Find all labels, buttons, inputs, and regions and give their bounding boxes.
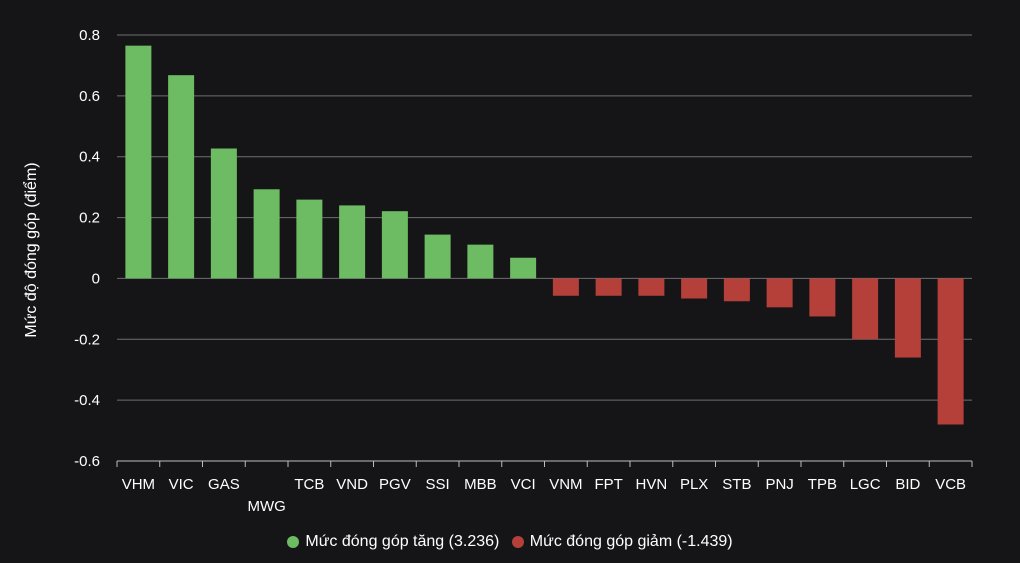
x-tick-label: TCB (294, 476, 324, 493)
x-tick-label: VCB (935, 476, 966, 493)
bars (125, 45, 964, 425)
bar-hvn[interactable] (638, 278, 665, 296)
x-tick-label: GAS (208, 476, 240, 493)
bar-tcb[interactable] (296, 199, 323, 279)
bar-pnj[interactable] (766, 278, 793, 308)
bar-tpb[interactable] (809, 278, 836, 317)
x-tick-label: SSI (426, 476, 450, 493)
y-tick-label: -0.2 (74, 331, 100, 348)
bar-mwg[interactable] (253, 189, 280, 279)
y-tick-label: 0.6 (79, 88, 100, 105)
bar-vcb[interactable] (937, 278, 964, 425)
x-tick-label: TPB (808, 476, 837, 493)
legend-item-decrease[interactable]: Mức đóng góp giảm (-1.439) (511, 533, 733, 551)
y-tick-label: -0.4 (74, 392, 100, 409)
bar-vic[interactable] (168, 75, 195, 279)
x-tick-label: VHM (122, 476, 155, 493)
x-tick-label: BID (895, 476, 920, 493)
legend: Mức đóng góp tăng (3.236) Mức đóng góp g… (0, 533, 1020, 553)
y-tick-label: -0.6 (74, 453, 100, 470)
bar-gas[interactable] (210, 148, 237, 279)
x-tick-label: MBB (464, 476, 497, 493)
x-tick-label: HVN (636, 476, 668, 493)
legend-item-increase[interactable]: Mức đóng góp tăng (3.236) (287, 533, 499, 551)
x-tick-label: VNM (549, 476, 582, 493)
x-tick-label: PNJ (765, 476, 793, 493)
bar-stb[interactable] (723, 278, 750, 302)
bar-vhm[interactable] (125, 45, 152, 279)
legend-dot-decrease (511, 536, 524, 548)
y-tick-labels: 0.8 0.6 0.4 0.2 0 -0.2 -0.4 -0.6 (74, 27, 100, 470)
bar-vci[interactable] (510, 257, 537, 279)
legend-dot-increase (287, 536, 300, 548)
x-tick-label: MWG (247, 498, 285, 515)
contribution-bar-chart: 0.8 0.6 0.4 0.2 0 -0.2 -0.4 -0.6 VHM VIC GAS MWG TC… (22, 27, 973, 515)
bar-lgc[interactable] (852, 278, 879, 340)
x-tick-label: STB (722, 476, 751, 493)
y-tick-label: 0.4 (79, 149, 100, 166)
x-tick-label: PLX (680, 476, 708, 493)
bar-vnd[interactable] (339, 205, 366, 279)
bar-pgv[interactable] (381, 211, 408, 279)
y-tick-label: 0.2 (79, 210, 100, 227)
y-axis-label: Mức độ đóng góp (điểm) (22, 162, 40, 337)
x-tick-label: VIC (169, 476, 194, 493)
y-tick-label: 0.8 (79, 27, 100, 44)
x-tick-label: VCI (511, 476, 536, 493)
x-tick-label: VND (336, 476, 368, 493)
bar-plx[interactable] (681, 278, 708, 299)
x-tick-label: FPT (594, 476, 622, 493)
x-tick-label: LGC (850, 476, 881, 493)
bar-vnm[interactable] (552, 278, 579, 296)
y-tick-label: 0 (92, 270, 100, 287)
bar-mbb[interactable] (467, 244, 494, 279)
legend-label-decrease: Mức đóng góp giảm (-1.439) (529, 533, 733, 550)
bar-bid[interactable] (894, 278, 921, 358)
x-tick-labels: VHM VIC GAS MWG TCB VND PGV SSI MBB VCI VNM FPT HVN P… (122, 476, 966, 515)
grid-lines (117, 34, 972, 462)
bar-fpt[interactable] (595, 278, 622, 296)
legend-label-increase: Mức đóng góp tăng (3.236) (305, 533, 500, 550)
x-axis (116, 460, 973, 467)
bar-ssi[interactable] (424, 234, 451, 279)
x-tick-label: PGV (379, 476, 411, 493)
